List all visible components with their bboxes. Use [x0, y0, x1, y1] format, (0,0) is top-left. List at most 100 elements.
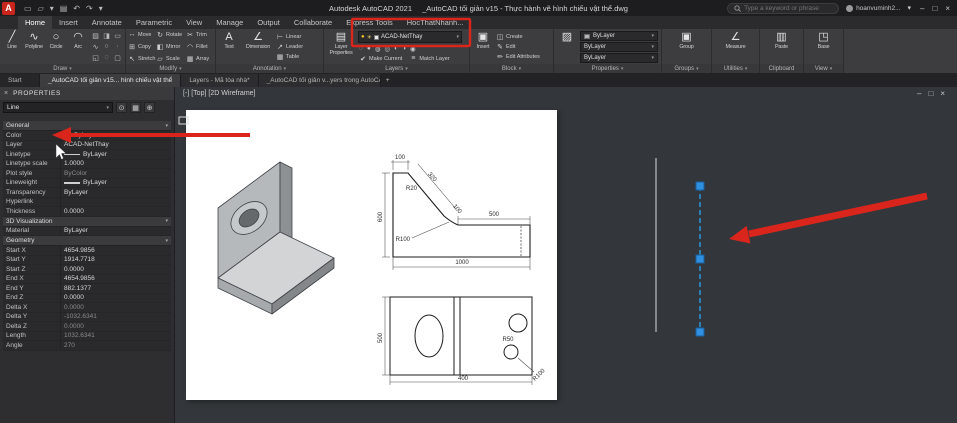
- select-objects-icon[interactable]: ⊕: [144, 102, 155, 113]
- clipboard-panel-label[interactable]: Clipboard: [760, 64, 803, 73]
- row-end-z[interactable]: End Z 0.0000: [3, 293, 171, 303]
- row-end-y[interactable]: End Y 882.1377: [3, 284, 171, 294]
- account-caret-icon[interactable]: ▾: [908, 4, 912, 12]
- grip-middle[interactable]: [695, 254, 705, 264]
- file-tab-other-drawing[interactable]: _AutoCAD tối giản v...yers trong AutoCAD…: [258, 74, 381, 87]
- collapse-icon[interactable]: ▾: [165, 218, 168, 224]
- line-button[interactable]: ╱ Line: [2, 30, 22, 63]
- spline-icon[interactable]: ∿: [93, 43, 99, 51]
- polyline-button[interactable]: ∿ Polyline: [24, 30, 44, 63]
- layer-isolate-icon[interactable]: ◉: [410, 45, 416, 53]
- new-tab-button[interactable]: +: [381, 74, 395, 87]
- row-color[interactable]: Color ByLayer: [3, 131, 171, 141]
- file-tab-start[interactable]: Start: [0, 74, 40, 87]
- leader-button[interactable]: ↗ Leader: [276, 43, 303, 51]
- tab-annotate[interactable]: Annotate: [85, 16, 129, 29]
- rotate-button[interactable]: ↻ Rotate: [156, 29, 186, 41]
- make-current-button[interactable]: ✔ Make Current: [359, 55, 402, 63]
- maximize-button[interactable]: □: [932, 4, 937, 13]
- toggle-pickadd-icon[interactable]: ⊙: [116, 102, 127, 113]
- base-button[interactable]: ◳ Base: [813, 30, 835, 63]
- open-file-icon[interactable]: ▱: [38, 4, 44, 13]
- doc-restore-button[interactable]: □: [928, 89, 933, 98]
- gradient-icon[interactable]: ◨: [103, 32, 110, 40]
- row-linetype[interactable]: Linetype ByLayer: [3, 150, 171, 160]
- point-icon[interactable]: ·: [116, 43, 118, 50]
- modify-panel-label[interactable]: Modify ▾: [126, 64, 215, 73]
- tab-view[interactable]: View: [179, 16, 209, 29]
- palette-close-icon[interactable]: ×: [4, 90, 8, 97]
- object-color-dropdown[interactable]: ByLayer ▾: [580, 31, 658, 41]
- tab-output[interactable]: Output: [250, 16, 287, 29]
- tab-home[interactable]: Home: [18, 16, 53, 29]
- file-tab-layers-drawing[interactable]: Layers - Mã tòa nhà*: [181, 74, 259, 87]
- annotation-panel-label[interactable]: Annotation ▾: [216, 64, 323, 73]
- qat-customize-icon[interactable]: ▾: [99, 4, 103, 13]
- copy-button[interactable]: ⊞ Copy: [128, 41, 156, 53]
- grip-top[interactable]: [695, 181, 705, 191]
- create-block-button[interactable]: ◫ Create: [496, 33, 540, 41]
- row-thickness[interactable]: Thickness 0.0000: [3, 207, 171, 217]
- hatch-icon[interactable]: ▨: [92, 32, 99, 40]
- region-icon[interactable]: ◱: [92, 54, 99, 62]
- tab-hocthatnhanh[interactable]: HocThatNhanh...: [400, 16, 471, 29]
- section-general[interactable]: General ▾: [3, 121, 171, 131]
- layer-thaw-icon[interactable]: ◎: [384, 45, 390, 53]
- fillet-button[interactable]: ◠ Fillet: [186, 41, 212, 53]
- viewport-style-control[interactable]: [2D Wireframe]: [208, 90, 255, 97]
- layer-on-icon[interactable]: ●: [367, 45, 371, 52]
- tab-insert[interactable]: Insert: [52, 16, 85, 29]
- undo-icon[interactable]: ↶: [73, 4, 80, 13]
- linear-button[interactable]: ⊢ Linear: [276, 33, 303, 41]
- grip-bottom[interactable]: [695, 327, 705, 337]
- block-panel-label[interactable]: Block ▾: [470, 64, 553, 73]
- measure-button[interactable]: ∠ Measure: [721, 30, 751, 63]
- quick-select-icon[interactable]: ▦: [130, 102, 141, 113]
- search-box[interactable]: [727, 2, 840, 14]
- plot-icon[interactable]: ▤: [60, 4, 68, 13]
- groups-panel-label[interactable]: Groups ▾: [662, 64, 711, 73]
- dimension-button[interactable]: ∠ Dimension: [242, 30, 274, 63]
- move-button[interactable]: ↔ Move: [128, 29, 156, 41]
- layer-off-icon[interactable]: ◌: [359, 45, 363, 52]
- row-start-y[interactable]: Start Y 1914.7718: [3, 255, 171, 265]
- row-layer[interactable]: Layer ACAD-NetThay: [3, 140, 171, 150]
- match-layer-button[interactable]: ≡ Match Layer: [409, 55, 449, 62]
- layers-panel-label[interactable]: Layers ▾: [324, 64, 469, 73]
- ellipse-icon[interactable]: ○: [104, 43, 108, 50]
- tab-manage[interactable]: Manage: [209, 16, 250, 29]
- viewport-view-control[interactable]: [Top]: [191, 90, 206, 97]
- layer-dropdown[interactable]: ● ☀ ACAD-NetThay ▾: [358, 31, 462, 43]
- viewport-menu[interactable]: [-]: [183, 90, 189, 97]
- row-plot-style[interactable]: Plot style ByColor: [3, 169, 171, 179]
- arc-button[interactable]: ◠ Arc: [68, 30, 88, 63]
- new-file-icon[interactable]: ▭: [24, 4, 32, 13]
- row-transparency[interactable]: Transparency ByLayer: [3, 188, 171, 198]
- group-button[interactable]: ▣ Group: [676, 30, 698, 63]
- minimize-button[interactable]: –: [920, 4, 924, 13]
- save-icon[interactable]: ▾: [50, 4, 54, 13]
- mirror-button[interactable]: ◧ Mirror: [156, 41, 186, 53]
- layer-unlock-icon[interactable]: ◑: [402, 45, 406, 52]
- search-input[interactable]: [744, 4, 833, 12]
- match-properties-button[interactable]: ▨: [556, 30, 578, 63]
- file-tab-current-drawing[interactable]: _AutoCAD tối giản v15... hình chiếu vật …: [40, 74, 182, 87]
- circle-button[interactable]: ○ Circle: [46, 30, 66, 63]
- row-lineweight[interactable]: Lineweight ByLayer: [3, 178, 171, 188]
- collapse-icon[interactable]: ▾: [165, 238, 168, 244]
- wipeout-icon[interactable]: ▢: [114, 54, 121, 62]
- linetype-dropdown[interactable]: ByLayer ▾: [580, 53, 658, 63]
- section-3d-visualization[interactable]: 3D Visualization ▾: [3, 216, 171, 227]
- row-linetype-scale[interactable]: Linetype scale 1.0000: [3, 159, 171, 169]
- layer-freeze-icon[interactable]: ◍: [375, 45, 381, 53]
- edit-attributes-button[interactable]: ✏ Edit Attributes: [496, 53, 540, 61]
- paste-button[interactable]: ▥ Paste: [771, 30, 793, 63]
- view-panel-label[interactable]: View ▾: [804, 64, 843, 73]
- row-hyperlink[interactable]: Hyperlink: [3, 197, 171, 207]
- object-type-dropdown[interactable]: Line ▾: [3, 102, 113, 113]
- section-geometry[interactable]: Geometry ▾: [3, 236, 171, 246]
- collapse-icon[interactable]: ▾: [165, 123, 168, 129]
- boundary-icon[interactable]: ▭: [114, 32, 121, 40]
- layer-properties-button[interactable]: ▤ Layer Properties: [326, 30, 356, 63]
- trim-button[interactable]: ✂ Trim: [186, 29, 212, 41]
